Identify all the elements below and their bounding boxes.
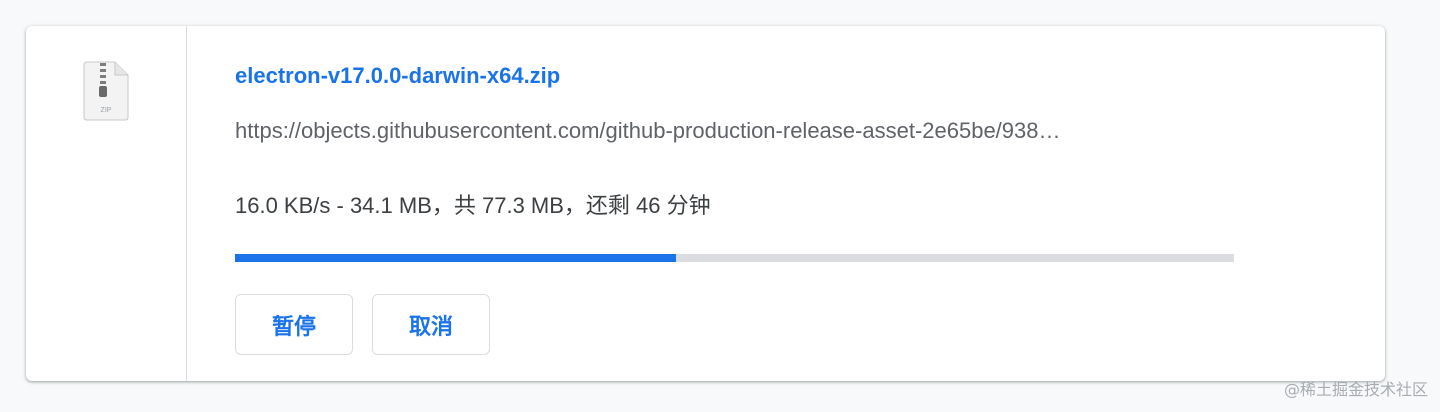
download-progress-bar <box>235 254 1234 262</box>
download-progress-fill <box>235 254 676 262</box>
file-name-link[interactable]: electron-v17.0.0-darwin-x64.zip <box>235 63 560 89</box>
zip-label: ZIP <box>101 107 112 114</box>
file-url: https://objects.githubusercontent.com/gi… <box>235 118 1061 143</box>
cancel-button[interactable]: 取消 <box>372 294 490 355</box>
download-item-card: ZIP electron-v17.0.0-darwin-x64.zip http… <box>26 26 1385 381</box>
pause-button[interactable]: 暂停 <box>235 294 353 355</box>
watermark-text: @稀土掘金技术社区 <box>1283 380 1428 399</box>
file-icon-column: ZIP <box>26 26 187 381</box>
download-status: 16.0 KB/s - 34.1 MB，共 77.3 MB，还剩 46 分钟 <box>235 193 711 218</box>
download-details: electron-v17.0.0-darwin-x64.zip https://… <box>235 26 1385 381</box>
zip-file-icon: ZIP <box>83 61 129 121</box>
